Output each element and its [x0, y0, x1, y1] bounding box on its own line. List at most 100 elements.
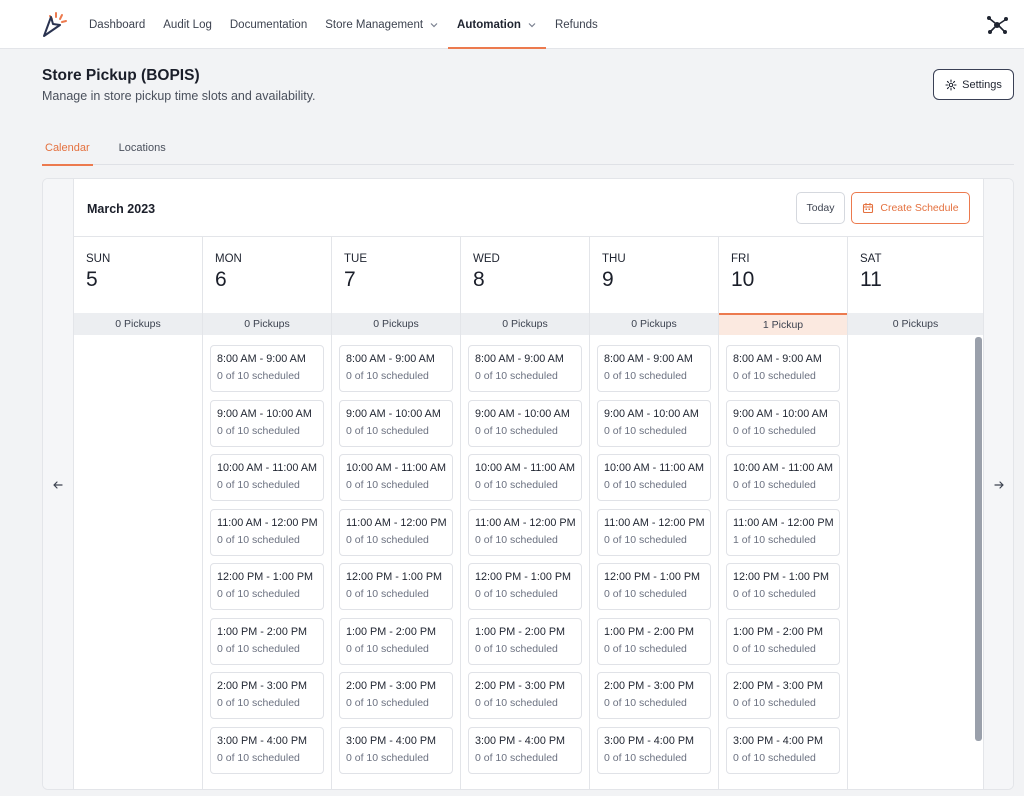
time-slot[interactable]: 10:00 AM - 11:00 AM 0 of 10 scheduled [339, 454, 453, 501]
tab-locations[interactable]: Locations [116, 130, 169, 165]
time-slot[interactable]: 1:00 PM - 2:00 PM 0 of 10 scheduled [597, 617, 711, 665]
integrations-icon[interactable] [985, 13, 1009, 37]
tab-label: Calendar [45, 141, 90, 154]
time-slot[interactable]: 1:00 PM - 2:00 PM 0 of 10 scheduled [210, 617, 324, 665]
slot-capacity: 0 of 10 scheduled [217, 479, 300, 491]
time-slot[interactable]: 3:00 PM - 4:00 PM 0 of 10 scheduled [339, 726, 453, 774]
time-slot[interactable]: 8:00 AM - 9:00 AM 0 of 10 scheduled [210, 345, 324, 392]
slot-list: 8:00 AM - 9:00 AM 0 of 10 scheduled 9:00 A… [597, 345, 711, 781]
time-slot[interactable]: 2:00 PM - 3:00 PM 0 of 10 scheduled [597, 672, 711, 719]
time-slot[interactable]: 11:00 AM - 12:00 PM 1 of 10 scheduled [726, 508, 840, 556]
slot-time: 1:00 PM - 2:00 PM [604, 625, 695, 638]
day-name: SUN [86, 253, 111, 265]
slot-time: 12:00 PM - 1:00 PM [604, 571, 701, 583]
time-slot[interactable]: 3:00 PM - 4:00 PM 0 of 10 scheduled [726, 726, 840, 774]
nav-item-refunds[interactable]: Refunds [546, 0, 607, 49]
time-slot[interactable]: 2:00 PM - 3:00 PM 0 of 10 scheduled [210, 672, 324, 719]
time-slot[interactable]: 11:00 AM - 12:00 PM 0 of 10 scheduled [468, 508, 582, 556]
time-slot[interactable]: 10:00 AM - 11:00 AM 0 of 10 scheduled [210, 454, 324, 501]
nav-item-dashboard[interactable]: Dashboard [80, 0, 154, 49]
slot-capacity: 0 of 10 scheduled [217, 697, 300, 709]
time-slot[interactable]: 11:00 AM - 12:00 PM 0 of 10 scheduled [597, 508, 711, 556]
nav-item-automation[interactable]: Automation [448, 0, 546, 49]
time-slot[interactable]: 8:00 AM - 9:00 AM 0 of 10 scheduled [726, 345, 840, 392]
slot-time: 2:00 PM - 3:00 PM [733, 680, 824, 692]
slot-capacity: 0 of 10 scheduled [475, 588, 558, 600]
time-slot[interactable]: 3:00 PM - 4:00 PM 0 of 10 scheduled [597, 726, 711, 774]
time-slot[interactable]: 2:00 PM - 3:00 PM 0 of 10 scheduled [726, 672, 840, 719]
slot-time: 12:00 PM - 1:00 PM [733, 571, 830, 583]
time-slot[interactable]: 1:00 PM - 2:00 PM 0 of 10 scheduled [339, 617, 453, 665]
nav-item-store-management[interactable]: Store Management [316, 0, 448, 49]
slot-time: 3:00 PM - 4:00 PM [475, 734, 566, 747]
nav-item-audit-log[interactable]: Audit Log [154, 0, 221, 49]
time-slot[interactable]: 12:00 PM - 1:00 PM 0 of 10 scheduled [468, 563, 582, 610]
slot-list: 8:00 AM - 9:00 AM 0 of 10 scheduled 9:00 A… [726, 345, 840, 781]
time-slot[interactable]: 12:00 PM - 1:00 PM 0 of 10 scheduled [339, 563, 453, 610]
time-slot[interactable]: 11:00 AM - 12:00 PM 0 of 10 scheduled [339, 508, 453, 556]
slot-capacity: 0 of 10 scheduled [346, 642, 429, 655]
day-number: 10 [731, 268, 755, 291]
slot-time: 11:00 AM - 12:00 PM [217, 516, 318, 529]
day-column-fri: FRI 10 1 Pickup 8:00 AM - 9:00 AM 0 of 10 sc… [719, 237, 848, 789]
time-slot[interactable]: 11:00 AM - 12:00 PM 0 of 10 scheduled [210, 508, 324, 556]
next-week-button[interactable] [983, 179, 1013, 789]
settings-button[interactable]: Settings [933, 69, 1014, 100]
day-number: 8 [473, 268, 485, 291]
time-slot[interactable]: 9:00 AM - 10:00 AM 0 of 10 scheduled [597, 399, 711, 447]
time-slot[interactable]: 1:00 PM - 2:00 PM 0 of 10 scheduled [468, 617, 582, 665]
slot-capacity: 0 of 10 scheduled [604, 697, 687, 709]
logo-icon[interactable] [40, 11, 68, 39]
pickup-count: 0 Pickups [332, 313, 460, 335]
previous-week-button[interactable] [43, 179, 74, 789]
slot-capacity: 0 of 10 scheduled [346, 751, 429, 764]
time-slot[interactable]: 9:00 AM - 10:00 AM 0 of 10 scheduled [339, 399, 453, 447]
gear-icon [945, 78, 957, 91]
time-slot[interactable]: 12:00 PM - 1:00 PM 0 of 10 scheduled [210, 563, 324, 610]
time-slot[interactable]: 8:00 AM - 9:00 AM 0 of 10 scheduled [339, 345, 453, 392]
time-slot[interactable]: 9:00 AM - 10:00 AM 0 of 10 scheduled [210, 399, 324, 447]
slot-capacity: 0 of 10 scheduled [475, 642, 558, 655]
time-slot[interactable]: 12:00 PM - 1:00 PM 0 of 10 scheduled [726, 563, 840, 610]
slot-time: 9:00 AM - 10:00 AM [475, 407, 570, 420]
today-button[interactable]: Today [796, 192, 845, 224]
slot-capacity: 0 of 10 scheduled [346, 588, 429, 600]
slot-capacity: 0 of 10 scheduled [604, 533, 687, 546]
slot-time: 12:00 PM - 1:00 PM [475, 571, 572, 583]
time-slot[interactable]: 10:00 AM - 11:00 AM 0 of 10 scheduled [597, 454, 711, 501]
slot-time: 1:00 PM - 2:00 PM [217, 625, 308, 638]
time-slot[interactable]: 10:00 AM - 11:00 AM 0 of 10 scheduled [468, 454, 582, 501]
slot-capacity: 0 of 10 scheduled [475, 370, 558, 382]
slot-time: 2:00 PM - 3:00 PM [475, 680, 566, 692]
time-slot[interactable]: 8:00 AM - 9:00 AM 0 of 10 scheduled [597, 345, 711, 392]
top-navigation: Dashboard Audit Log Documentation Store Man… [0, 0, 1024, 49]
time-slot[interactable]: 2:00 PM - 3:00 PM 0 of 10 scheduled [339, 672, 453, 719]
slot-time: 1:00 PM - 2:00 PM [475, 625, 566, 638]
scrollbar[interactable] [975, 337, 982, 741]
slot-capacity: 0 of 10 scheduled [733, 424, 816, 437]
time-slot[interactable]: 12:00 PM - 1:00 PM 0 of 10 scheduled [597, 563, 711, 610]
time-slot[interactable]: 8:00 AM - 9:00 AM 0 of 10 scheduled [468, 345, 582, 392]
settings-label: Settings [962, 78, 1002, 91]
tab-calendar[interactable]: Calendar [42, 130, 93, 166]
time-slot[interactable]: 9:00 AM - 10:00 AM 0 of 10 scheduled [468, 399, 582, 447]
slot-capacity: 0 of 10 scheduled [475, 479, 558, 491]
slot-list: 8:00 AM - 9:00 AM 0 of 10 scheduled 9:00 A… [339, 345, 453, 781]
time-slot[interactable]: 2:00 PM - 3:00 PM 0 of 10 scheduled [468, 672, 582, 719]
slot-time: 11:00 AM - 12:00 PM [346, 516, 447, 529]
time-slot[interactable]: 3:00 PM - 4:00 PM 0 of 10 scheduled [210, 726, 324, 774]
pickup-count: 0 Pickups [590, 313, 718, 335]
nav-item-label: Dashboard [89, 18, 146, 31]
day-column-sun: SUN 5 0 Pickups [74, 237, 203, 789]
slot-capacity: 1 of 10 scheduled [733, 533, 816, 546]
slot-time: 9:00 AM - 10:00 AM [346, 407, 441, 420]
create-schedule-button[interactable]: Create Schedule [851, 192, 970, 224]
time-slot[interactable]: 1:00 PM - 2:00 PM 0 of 10 scheduled [726, 617, 840, 665]
slot-capacity: 0 of 10 scheduled [346, 424, 429, 437]
slot-capacity: 0 of 10 scheduled [475, 424, 558, 437]
time-slot[interactable]: 10:00 AM - 11:00 AM 0 of 10 scheduled [726, 454, 840, 501]
time-slot[interactable]: 9:00 AM - 10:00 AM 0 of 10 scheduled [726, 399, 840, 447]
slot-time: 3:00 PM - 4:00 PM [217, 734, 308, 747]
time-slot[interactable]: 3:00 PM - 4:00 PM 0 of 10 scheduled [468, 726, 582, 774]
nav-item-documentation[interactable]: Documentation [221, 0, 316, 49]
